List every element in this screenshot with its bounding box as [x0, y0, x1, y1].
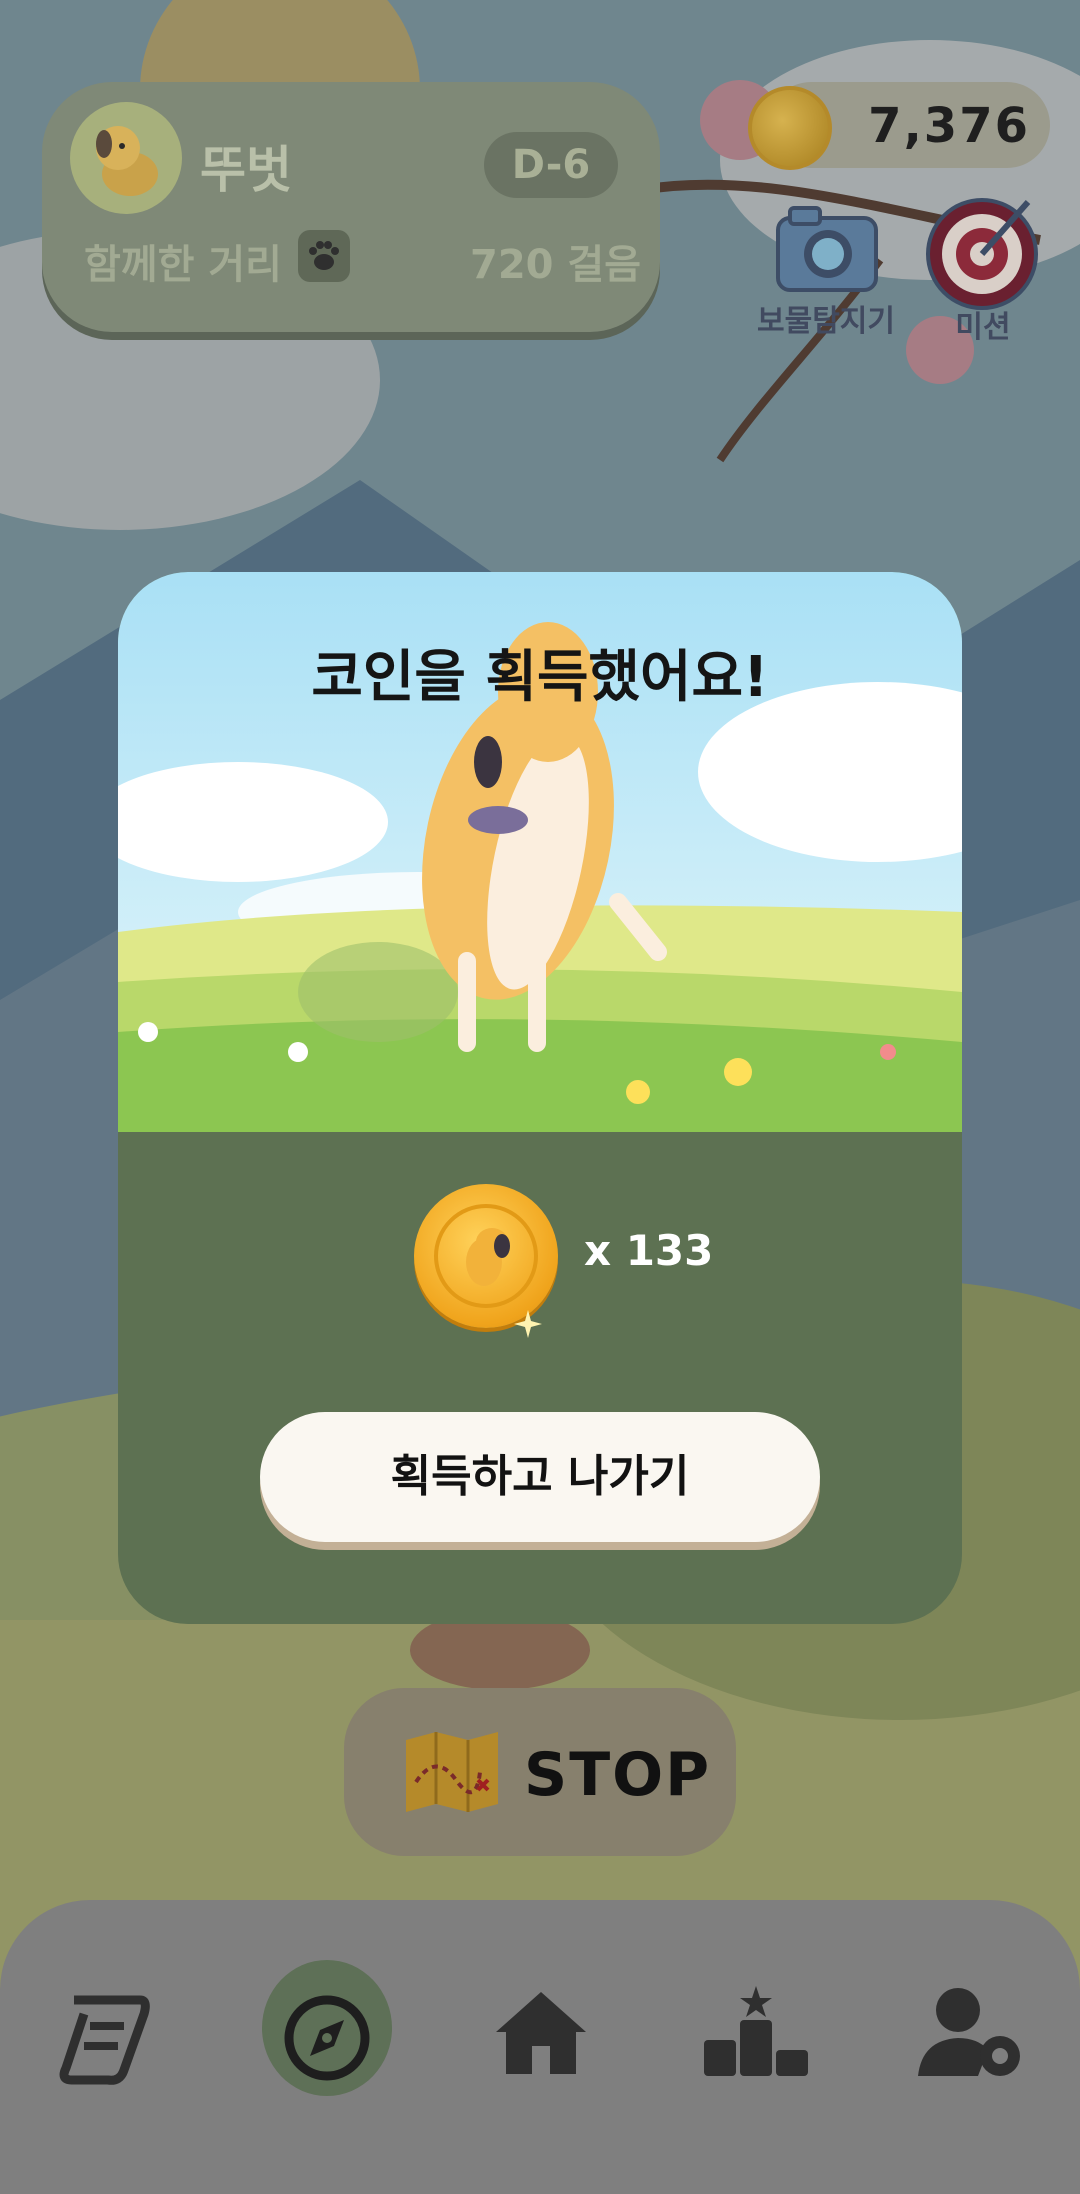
modal-title: 코인을 획득했어요!: [311, 645, 769, 710]
bottom-navigation: [0, 1900, 1080, 2194]
target-icon: [926, 198, 1038, 310]
mission-label: 미션: [955, 310, 1011, 345]
dog-emblem-icon: [466, 1228, 510, 1286]
mission-button[interactable]: 미션: [918, 190, 1048, 345]
scroll-icon: [59, 1995, 150, 2085]
treasure-detector-button[interactable]: 보물탐지기: [752, 200, 900, 340]
profile-card[interactable]: 뚜벗 D-6 함께한 거리 720 걸음: [42, 82, 660, 332]
paw-icon: [298, 230, 350, 282]
dog-avatar-icon: [96, 126, 158, 196]
treasure-detector-label: 보물탐지기: [757, 304, 895, 339]
nav-user-settings[interactable]: [908, 1970, 1038, 2100]
ranking-icon: [704, 1986, 808, 2076]
treasure-map-icon: [406, 1732, 498, 1812]
dday-badge: D-6: [484, 132, 618, 198]
nav-scroll[interactable]: [44, 1970, 174, 2100]
coin-total: 7,376: [868, 98, 1030, 154]
stop-button[interactable]: STOP: [344, 1688, 736, 1856]
nav-ranking[interactable]: [692, 1970, 822, 2100]
pet-name: 뚜벗: [200, 141, 292, 199]
coin-emblem: [434, 1204, 538, 1308]
compass-icon: [284, 1995, 370, 2081]
camera-icon: [776, 206, 878, 292]
user-settings-icon: [918, 1988, 1020, 2076]
coin-reward-icon: [414, 1184, 558, 1328]
home-icon: [496, 1992, 586, 2074]
distance-label: 함께한 거리: [84, 242, 282, 288]
nav-home[interactable]: [476, 1970, 606, 2100]
reward-count: x 133: [584, 1226, 714, 1275]
steps-count: 720 걸음: [470, 242, 642, 288]
avatar: [70, 102, 182, 214]
stop-label: STOP: [524, 1740, 712, 1810]
nav-compass[interactable]: [262, 1970, 392, 2100]
claim-and-exit-button[interactable]: 획득하고 나가기: [260, 1412, 820, 1542]
sparkle-icon: [514, 1310, 542, 1338]
coin-icon: [748, 86, 832, 170]
coin-reward-modal: 코인을 획득했어요! x 133 획득하고 나가기: [118, 572, 962, 1624]
